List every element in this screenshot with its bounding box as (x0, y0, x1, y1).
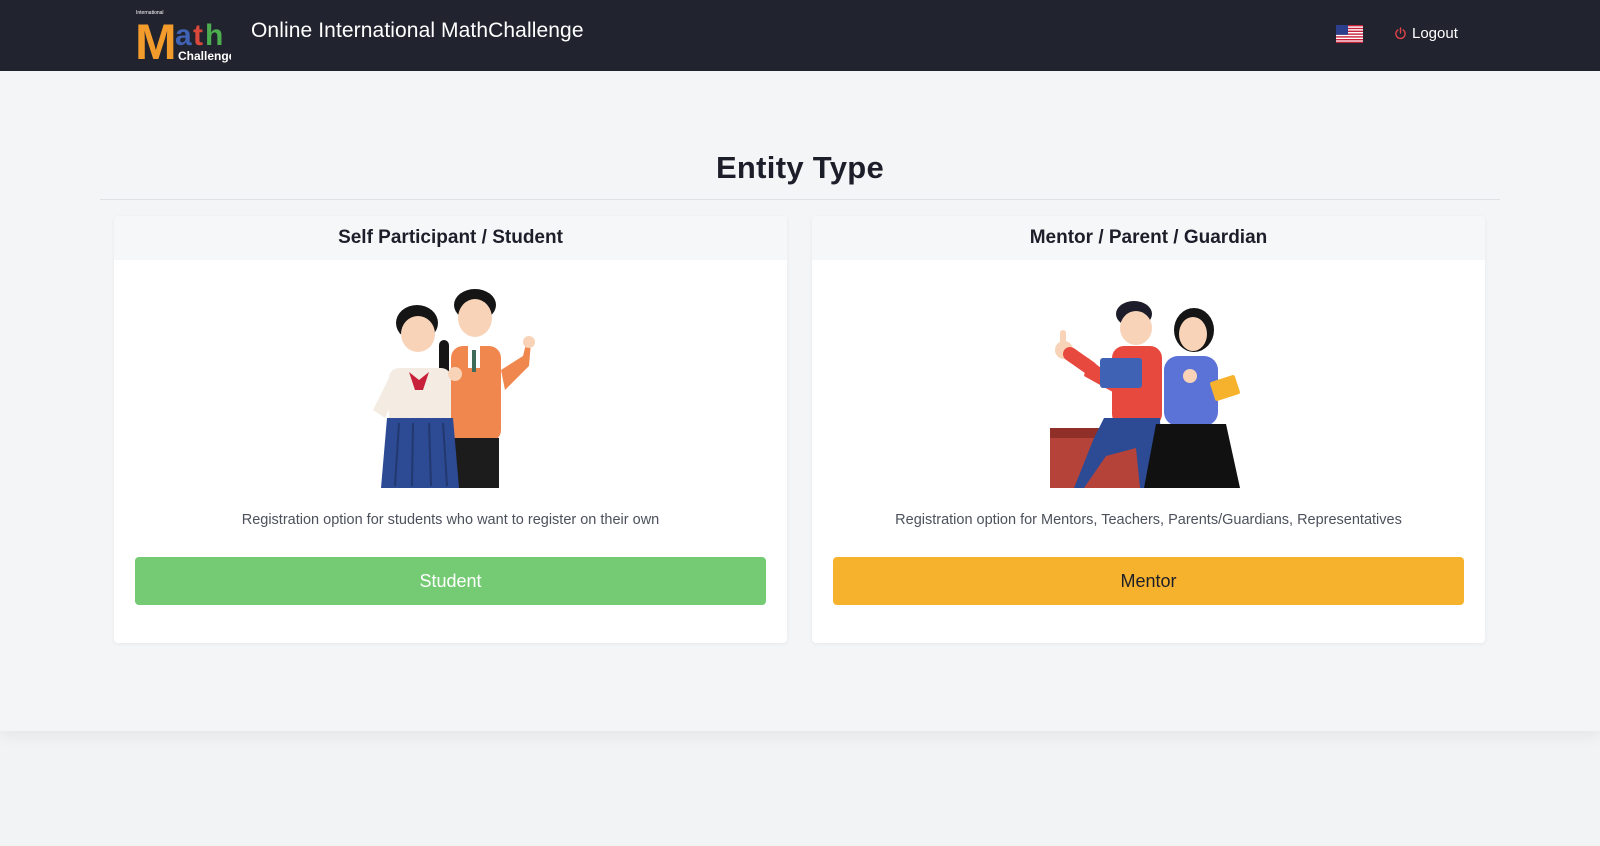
student-card: Self Participant / Student Registration … (114, 216, 787, 643)
title-divider (100, 199, 1500, 200)
mentor-card: Mentor / Parent / Guardian Registration … (812, 216, 1485, 643)
student-card-description: Registration option for students who wan… (241, 512, 660, 528)
top-navbar: International M a t h Challenge Online I… (0, 0, 1600, 71)
svg-text:t: t (193, 19, 203, 52)
page-title: Entity Type (715, 150, 885, 185)
math-challenge-logo[interactable]: International M a t h Challenge (135, 9, 236, 70)
logo-sub-text: Challenge (178, 49, 231, 63)
us-flag-icon[interactable] (1336, 25, 1363, 43)
mentor-button[interactable]: Mentor (833, 557, 1464, 605)
logout-label: Logout (1412, 24, 1458, 42)
power-icon (1395, 26, 1406, 39)
mentor-card-description: Registration option for Mentors, Teacher… (895, 512, 1402, 528)
app-title: Online International MathChallenge (251, 19, 584, 42)
mentors-illustration (812, 278, 1485, 490)
svg-text:h: h (205, 19, 223, 52)
student-card-header: Self Participant / Student (114, 216, 787, 260)
logout-button[interactable]: Logout (1394, 22, 1458, 44)
mentor-card-header: Mentor / Parent / Guardian (812, 216, 1485, 260)
student-button[interactable]: Student (135, 557, 766, 605)
svg-text:a: a (175, 19, 192, 52)
students-illustration (114, 278, 787, 490)
svg-text:M: M (135, 14, 177, 63)
